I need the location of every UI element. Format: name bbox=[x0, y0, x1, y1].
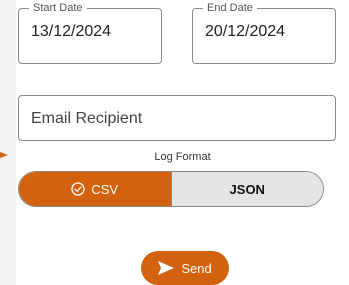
send-button[interactable]: Send bbox=[141, 251, 229, 285]
side-indicator-arrow bbox=[0, 152, 8, 158]
email-recipient-input[interactable]: Email Recipient bbox=[18, 95, 336, 141]
email-recipient-placeholder: Email Recipient bbox=[31, 110, 143, 127]
check-circle-icon bbox=[71, 182, 86, 196]
send-button-label: Send bbox=[181, 260, 212, 276]
end-date-field[interactable]: End Date 20/12/2024 bbox=[192, 1, 336, 64]
end-date-value[interactable]: 20/12/2024 bbox=[205, 22, 285, 42]
log-format-option-json[interactable]: JSON bbox=[171, 172, 323, 206]
log-format-label: Log Format bbox=[154, 151, 211, 163]
start-date-field[interactable]: Start Date 13/12/2024 bbox=[18, 1, 162, 64]
start-date-value[interactable]: 13/12/2024 bbox=[31, 22, 111, 42]
start-date-label: Start Date bbox=[29, 1, 87, 15]
end-date-label: End Date bbox=[203, 1, 257, 15]
csv-option-label: CSV bbox=[91, 181, 119, 197]
log-format-option-csv[interactable]: CSV bbox=[19, 172, 172, 206]
json-option-label: JSON bbox=[229, 181, 265, 197]
send-icon bbox=[158, 261, 175, 275]
log-format-toggle: CSV JSON bbox=[18, 171, 324, 207]
